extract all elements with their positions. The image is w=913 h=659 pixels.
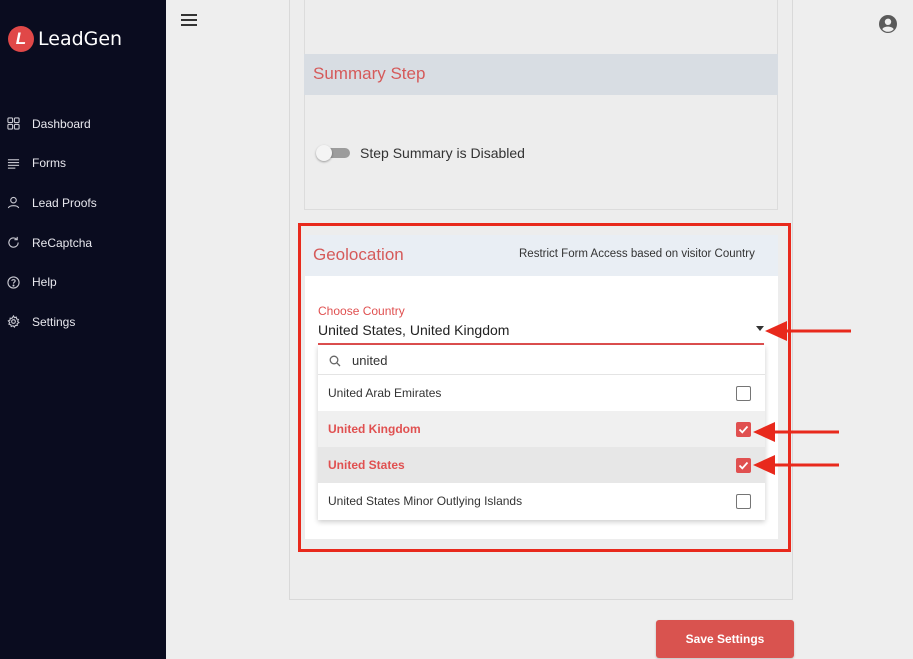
sidebar-nav: Dashboard Forms Lead Proofs ReCaptcha He… xyxy=(0,104,166,342)
annotation-arrow-icon xyxy=(753,422,839,442)
sidebar-item-label: ReCaptcha xyxy=(32,235,93,250)
sidebar-item-label: Dashboard xyxy=(32,116,91,131)
sidebar-item-dashboard[interactable]: Dashboard xyxy=(0,104,166,144)
logo-badge: L xyxy=(8,26,34,52)
sidebar: L LeadGen Dashboard Forms Lead Proofs Re… xyxy=(0,0,166,659)
sidebar-item-lead-proofs[interactable]: Lead Proofs xyxy=(0,183,166,223)
sidebar-item-label: Settings xyxy=(32,314,76,329)
sidebar-item-forms[interactable]: Forms xyxy=(0,144,166,184)
hamburger-menu-icon[interactable] xyxy=(181,14,197,26)
annotation-arrow-icon xyxy=(753,455,839,475)
toggle-thumb xyxy=(316,145,332,161)
user-icon xyxy=(6,196,20,210)
recaptcha-icon xyxy=(6,236,20,250)
sidebar-item-help[interactable]: Help xyxy=(0,262,166,302)
summary-step-card xyxy=(304,0,778,210)
gear-icon xyxy=(6,315,20,329)
save-settings-button[interactable]: Save Settings xyxy=(656,620,794,658)
sidebar-item-recaptcha[interactable]: ReCaptcha xyxy=(0,223,166,263)
help-icon xyxy=(6,275,20,289)
sidebar-item-label: Lead Proofs xyxy=(32,195,97,210)
sidebar-item-settings[interactable]: Settings xyxy=(0,302,166,342)
sidebar-item-label: Forms xyxy=(32,156,66,171)
step-summary-toggle[interactable] xyxy=(316,145,350,161)
app-name: LeadGen xyxy=(38,28,123,50)
forms-icon xyxy=(6,156,20,170)
account-icon[interactable] xyxy=(879,15,897,33)
sidebar-item-label: Help xyxy=(32,275,57,290)
annotation-arrow-icon xyxy=(765,321,851,341)
annotation-highlight-box xyxy=(298,223,791,552)
step-summary-toggle-label: Step Summary is Disabled xyxy=(360,145,525,161)
app-logo[interactable]: L LeadGen xyxy=(8,26,122,52)
summary-step-title: Summary Step xyxy=(313,64,426,83)
dashboard-icon xyxy=(6,117,20,131)
